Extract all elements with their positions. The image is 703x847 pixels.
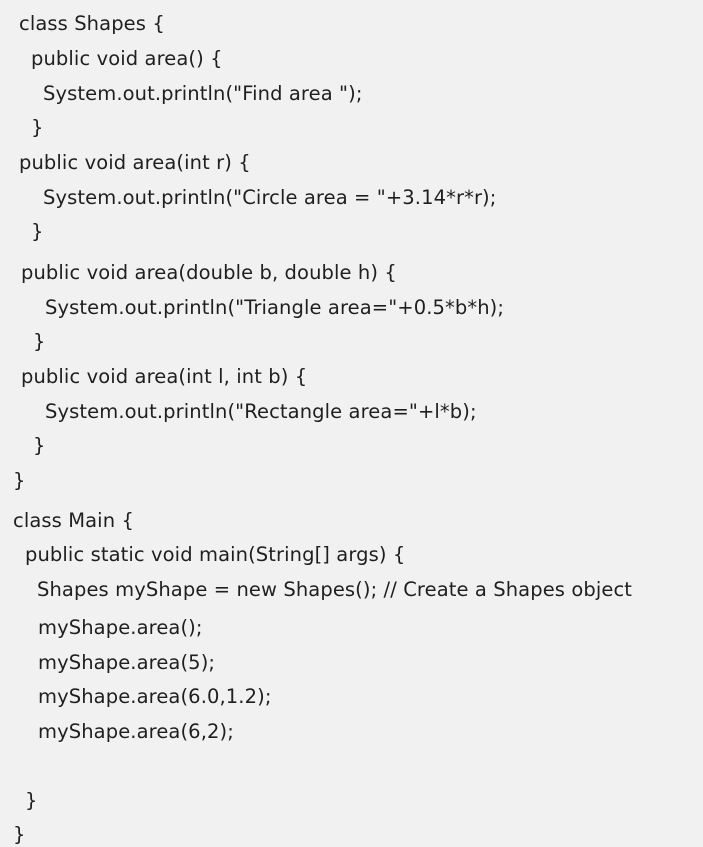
code-line-2: public void area() {: [31, 47, 223, 70]
code-line-5: public void area(int r) {: [19, 151, 251, 174]
code-line-10: }: [33, 330, 46, 353]
code-line-17: Shapes myShape = new Shapes(); // Create…: [37, 578, 633, 601]
code-line-18: myShape.area();: [38, 616, 203, 639]
code-line-15: class Main {: [13, 509, 134, 532]
code-line-13: }: [33, 434, 46, 457]
code-line-7: }: [31, 220, 44, 243]
code-line-21: myShape.area(6,2);: [38, 720, 234, 743]
code-line-4: }: [31, 116, 44, 139]
code-line-16: public static void main(String[] args) {: [25, 543, 406, 566]
code-line-9: System.out.println("Triangle area="+0.5*…: [45, 296, 505, 319]
code-block: class Shapes { public void area() { Syst…: [0, 0, 703, 847]
code-line-20: myShape.area(6.0,1.2);: [38, 685, 272, 708]
code-line-23: }: [13, 823, 26, 846]
code-line-6: System.out.println("Circle area = "+3.14…: [43, 186, 497, 209]
code-line-14: }: [13, 469, 26, 492]
code-line-8: public void area(double b, double h) {: [21, 261, 397, 284]
code-line-22: }: [25, 789, 38, 812]
code-line-1: class Shapes {: [19, 12, 165, 35]
code-line-3: System.out.println("Find area ");: [43, 82, 363, 105]
code-line-11: public void area(int l, int b) {: [21, 365, 308, 388]
code-line-19: myShape.area(5);: [38, 651, 216, 674]
code-line-12: System.out.println("Rectangle area="+l*b…: [45, 400, 477, 423]
